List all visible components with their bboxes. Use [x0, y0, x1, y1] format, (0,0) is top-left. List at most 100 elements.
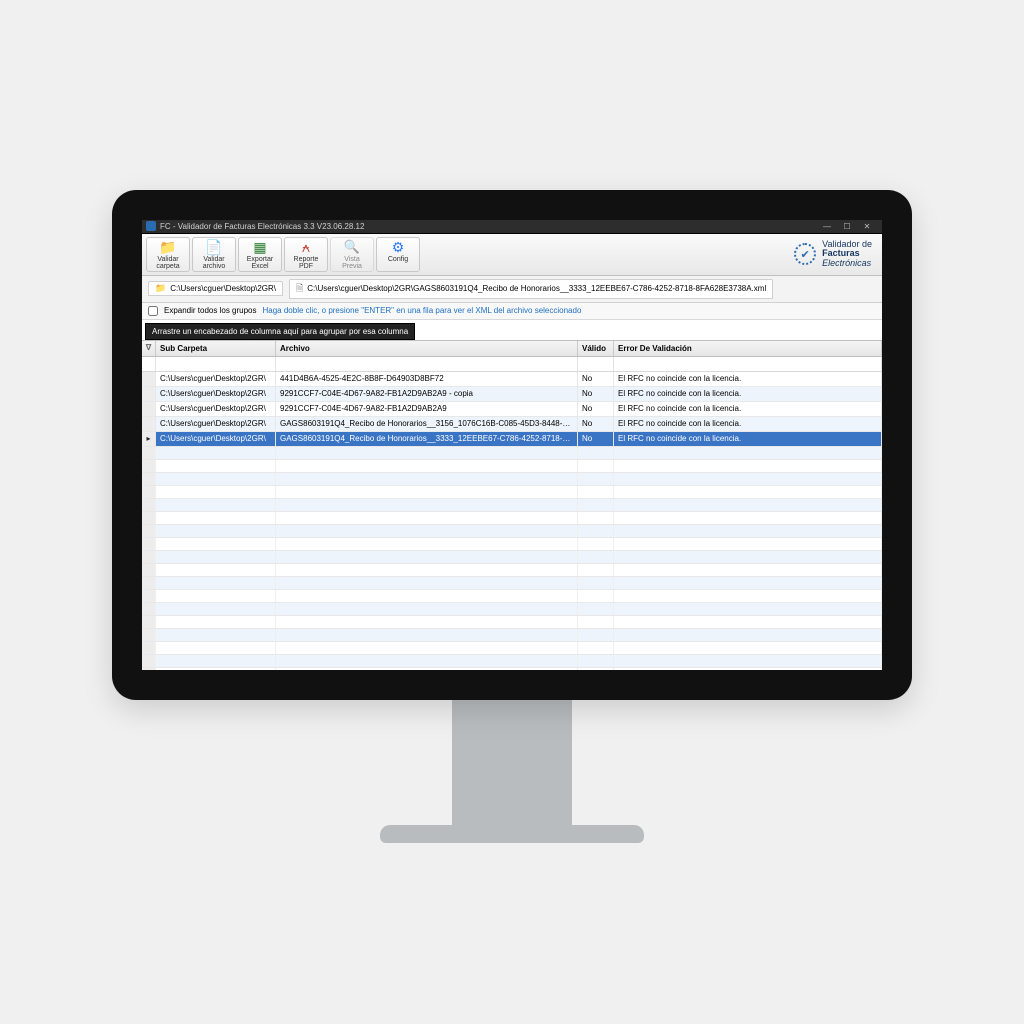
empty-cell [614, 590, 882, 602]
row-indicator: ▸ [142, 432, 156, 446]
empty-cell [276, 590, 578, 602]
vista-previa-label: Vista Previa [342, 256, 362, 270]
validar-archivo-button[interactable]: 📄 Validar archivo [192, 237, 236, 272]
empty-cell [614, 499, 882, 511]
app-icon [146, 221, 156, 231]
empty-row [142, 499, 882, 512]
empty-cell [156, 655, 276, 667]
empty-cell [578, 499, 614, 511]
empty-cell [156, 590, 276, 602]
empty-row [142, 538, 882, 551]
empty-cell [614, 512, 882, 524]
table-row[interactable]: C:\Users\cguer\Desktop\2GR\GAGS8603191Q4… [142, 417, 882, 432]
expand-all-checkbox[interactable] [148, 306, 158, 316]
preview-icon: 🔍 [344, 240, 360, 254]
empty-row [142, 512, 882, 525]
empty-row [142, 577, 882, 590]
maximize-button[interactable]: ☐ [840, 222, 854, 231]
grid-body[interactable]: C:\Users\cguer\Desktop\2GR\441D4B6A-4525… [142, 372, 882, 670]
cell-sub-carpeta: C:\Users\cguer\Desktop\2GR\ [156, 417, 276, 431]
tab-file[interactable]: 🗎 C:\Users\cguer\Desktop\2GR\GAGS8603191… [289, 279, 773, 299]
empty-cell [276, 525, 578, 537]
filter-valido[interactable] [578, 357, 614, 371]
reporte-pdf-button[interactable]: ⍲ Reporte PDF [284, 237, 328, 272]
col-archivo[interactable]: Archivo [276, 341, 578, 356]
empty-cell [276, 668, 578, 670]
table-row[interactable]: C:\Users\cguer\Desktop\2GR\441D4B6A-4525… [142, 372, 882, 387]
col-sub-carpeta[interactable]: Sub Carpeta [156, 341, 276, 356]
validar-carpeta-button[interactable]: 📁 Validar carpeta [146, 237, 190, 272]
empty-cell [156, 447, 276, 459]
empty-cell [142, 655, 156, 667]
filter-archivo[interactable] [276, 357, 578, 371]
empty-cell [142, 629, 156, 641]
monitor-screen: FC - Validador de Facturas Electrónicas … [142, 220, 882, 670]
title-bar[interactable]: FC - Validador de Facturas Electrónicas … [142, 220, 882, 234]
empty-cell [142, 564, 156, 576]
empty-row [142, 590, 882, 603]
window-title: FC - Validador de Facturas Electrónicas … [160, 222, 364, 231]
empty-cell [578, 551, 614, 563]
empty-cell [276, 642, 578, 654]
empty-cell [142, 512, 156, 524]
minimize-button[interactable]: — [820, 222, 834, 231]
col-error[interactable]: Error De Validación [614, 341, 882, 356]
cell-valido: No [578, 402, 614, 416]
file-icon: 📄 [205, 240, 222, 254]
group-by-area[interactable]: Arrastre un encabezado de columna aquí p… [142, 320, 882, 340]
monitor-stand-neck [452, 695, 572, 840]
empty-cell [614, 538, 882, 550]
cell-valido: No [578, 372, 614, 386]
empty-cell [614, 564, 882, 576]
empty-cell [614, 525, 882, 537]
empty-cell [276, 460, 578, 472]
empty-cell [142, 577, 156, 589]
empty-cell [578, 447, 614, 459]
empty-cell [578, 603, 614, 615]
empty-row [142, 564, 882, 577]
tab-folder[interactable]: 📁 C:\Users\cguer\Desktop\2GR\ [148, 281, 283, 296]
empty-cell [142, 590, 156, 602]
config-label: Config [388, 256, 408, 263]
empty-cell [156, 603, 276, 615]
empty-cell [142, 499, 156, 511]
empty-cell [276, 486, 578, 498]
brand-text: Validador de Facturas Electrónicas [822, 240, 872, 268]
cell-sub-carpeta: C:\Users\cguer\Desktop\2GR\ [156, 372, 276, 386]
table-row[interactable]: C:\Users\cguer\Desktop\2GR\9291CCF7-C04E… [142, 387, 882, 402]
cell-archivo: 441D4B6A-4525-4E2C-8B8F-D64903D8BF72 [276, 372, 578, 386]
empty-cell [578, 655, 614, 667]
empty-cell [276, 603, 578, 615]
brand-logo: ✔ Validador de Facturas Electrónicas [794, 237, 878, 272]
table-row[interactable]: C:\Users\cguer\Desktop\2GR\9291CCF7-C04E… [142, 402, 882, 417]
close-button[interactable]: ✕ [860, 222, 874, 231]
monitor-stand-base [380, 825, 644, 843]
empty-cell [614, 577, 882, 589]
filter-sub-carpeta[interactable] [156, 357, 276, 371]
filter-indicator-header[interactable]: ∇ [142, 341, 156, 356]
empty-cell [614, 551, 882, 563]
col-valido[interactable]: Válido [578, 341, 614, 356]
file-tab-icon: 🗎 [296, 281, 303, 297]
config-button[interactable]: ⚙ Config [376, 237, 420, 272]
empty-row [142, 460, 882, 473]
cell-valido: No [578, 417, 614, 431]
empty-cell [156, 642, 276, 654]
expand-all-label: Expandir todos los grupos [164, 306, 257, 315]
grid-header-row: ∇ Sub Carpeta Archivo Válido Error De Va… [142, 341, 882, 357]
reporte-pdf-label: Reporte PDF [294, 256, 319, 270]
exportar-excel-button[interactable]: ▦ Exportar Excel [238, 237, 282, 272]
row-indicator [142, 387, 156, 401]
table-row[interactable]: ▸C:\Users\cguer\Desktop\2GR\GAGS8603191Q… [142, 432, 882, 447]
exportar-excel-label: Exportar Excel [247, 256, 273, 270]
empty-cell [578, 538, 614, 550]
empty-cell [142, 473, 156, 485]
validar-archivo-label: Validar archivo [203, 256, 226, 270]
empty-cell [156, 668, 276, 670]
vista-previa-button[interactable]: 🔍 Vista Previa [330, 237, 374, 272]
cell-error: El RFC no coincide con la licencia. [614, 417, 882, 431]
cell-archivo: GAGS8603191Q4_Recibo de Honorarios__3333… [276, 432, 578, 446]
filter-error[interactable] [614, 357, 882, 371]
empty-cell [614, 642, 882, 654]
empty-cell [142, 538, 156, 550]
